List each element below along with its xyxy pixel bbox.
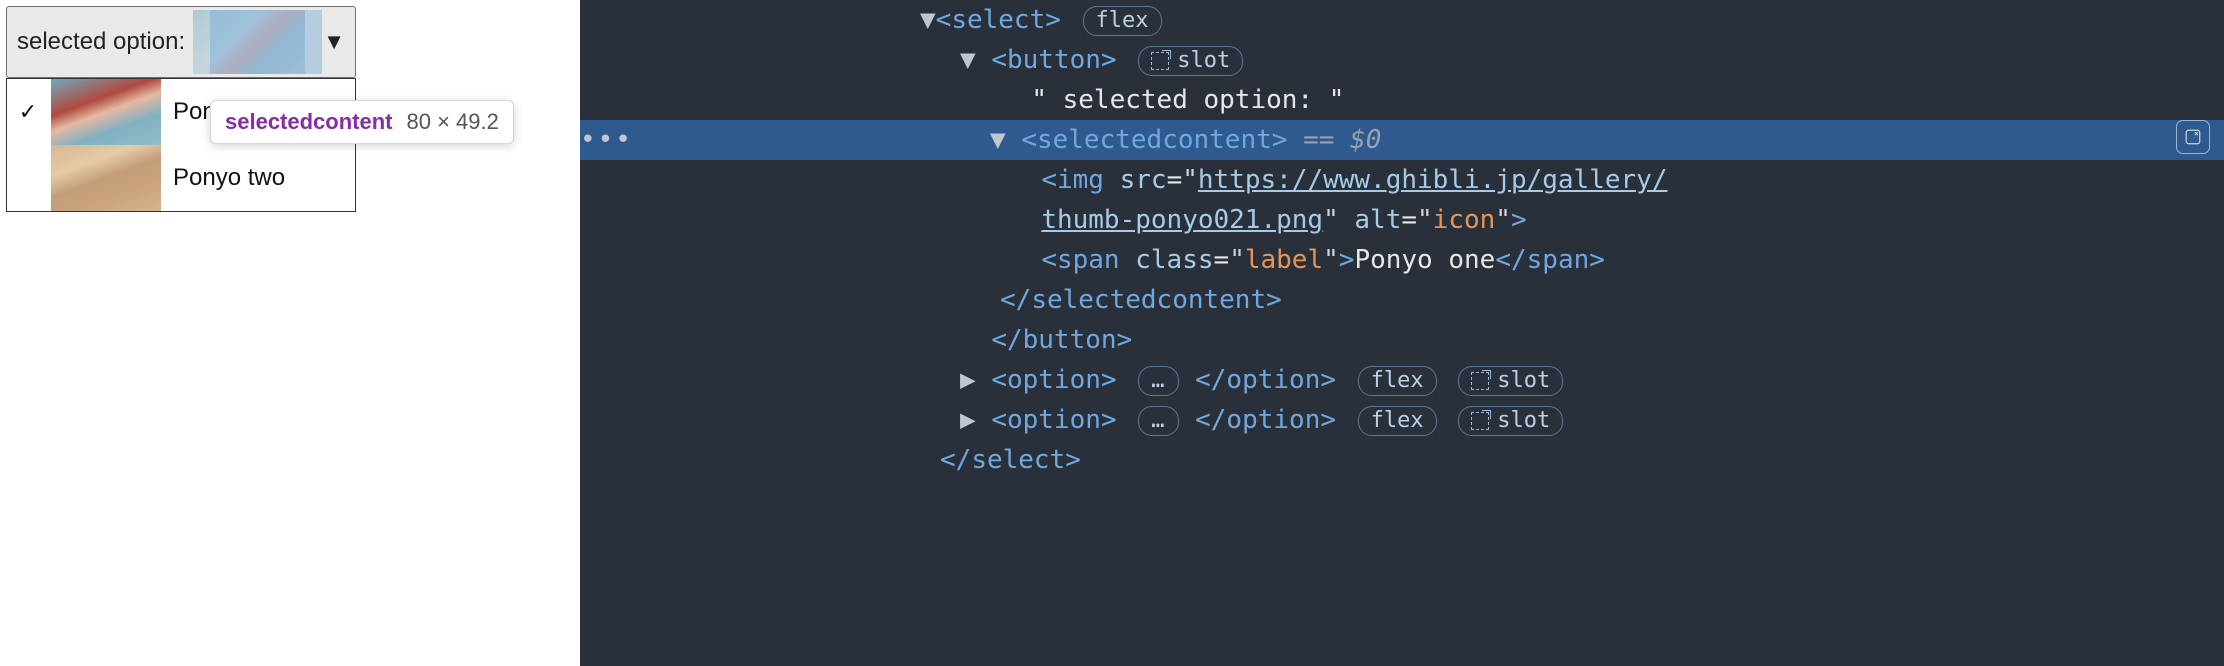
tooltip-dimensions: 80 × 49.2 bbox=[407, 109, 499, 135]
select-button[interactable]: selected option: ▼ bbox=[6, 6, 356, 78]
rendered-preview: selected option: ▼ ✓ Ponyo one Ponyo two… bbox=[0, 0, 580, 666]
dom-node-button-close[interactable]: </button> bbox=[580, 320, 2224, 360]
slot-icon bbox=[1151, 52, 1169, 70]
badge-ellipsis[interactable]: … bbox=[1138, 366, 1179, 396]
badge-flex[interactable]: flex bbox=[1358, 366, 1437, 396]
dom-node-img[interactable]: <img src="https://www.ghibli.jp/gallery/ bbox=[580, 160, 2224, 200]
disclosure-triangle-icon[interactable]: ▼ bbox=[990, 125, 1006, 155]
check-icon: ✓ bbox=[17, 99, 39, 125]
dom-node-select-close[interactable]: </select> bbox=[580, 440, 2224, 480]
dom-node-img-cont[interactable]: thumb-ponyo021.png" alt="icon"> bbox=[580, 200, 2224, 240]
slot-icon bbox=[1471, 412, 1489, 430]
devtools-elements-panel: ▼<select> flex ▼ <button> slot " selecte… bbox=[580, 0, 2224, 666]
inspect-tooltip: selectedcontent 80 × 49.2 bbox=[210, 100, 514, 144]
dom-node-option[interactable]: ▶ <option> … </option> flex slot bbox=[580, 360, 2224, 400]
badge-slot[interactable]: slot bbox=[1138, 46, 1243, 76]
badge-slot[interactable]: slot bbox=[1458, 406, 1563, 436]
badge-flex[interactable]: flex bbox=[1083, 6, 1162, 36]
disclosure-triangle-icon[interactable]: ▼ bbox=[960, 45, 976, 75]
disclosure-triangle-icon[interactable]: ▼ bbox=[920, 5, 936, 35]
select-label-prefix: selected option: bbox=[17, 28, 185, 56]
dom-node-select[interactable]: ▼<select> flex bbox=[580, 0, 2224, 40]
dom-node-option[interactable]: ▶ <option> … </option> flex slot bbox=[580, 400, 2224, 440]
option-thumbnail bbox=[51, 145, 161, 211]
dom-node-selectedcontent[interactable]: ••• ▼ <selectedcontent> == $0 bbox=[580, 120, 2224, 160]
tooltip-tag: selectedcontent bbox=[225, 109, 393, 135]
badge-ellipsis[interactable]: … bbox=[1138, 406, 1179, 436]
row-actions-icon[interactable]: ••• bbox=[580, 120, 620, 160]
disclosure-triangle-icon[interactable]: ▶ bbox=[960, 365, 976, 395]
ai-assist-button[interactable] bbox=[2176, 120, 2210, 154]
dom-text-node[interactable]: " selected option: " bbox=[580, 80, 2224, 120]
option-row[interactable]: Ponyo two bbox=[7, 145, 355, 211]
option-label: Ponyo two bbox=[173, 164, 285, 192]
disclosure-triangle-icon[interactable]: ▶ bbox=[960, 405, 976, 435]
dom-node-selectedcontent-close[interactable]: </selectedcontent> bbox=[580, 280, 2224, 320]
select-dropdown: ✓ Ponyo one Ponyo two bbox=[6, 78, 356, 212]
badge-flex[interactable]: flex bbox=[1358, 406, 1437, 436]
dom-node-button[interactable]: ▼ <button> slot bbox=[580, 40, 2224, 80]
option-thumbnail bbox=[51, 79, 161, 145]
dom-node-span[interactable]: <span class="label">Ponyo one</span> bbox=[580, 240, 2224, 280]
badge-slot[interactable]: slot bbox=[1458, 366, 1563, 396]
slot-icon bbox=[1471, 372, 1489, 390]
selected-thumbnail bbox=[193, 10, 305, 74]
chevron-down-icon: ▼ bbox=[323, 29, 345, 55]
